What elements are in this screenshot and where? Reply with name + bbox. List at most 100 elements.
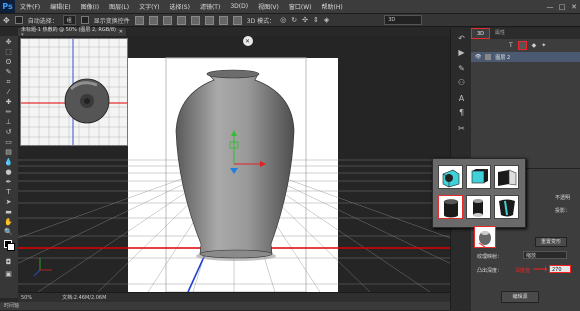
transform-controls-label: 显示变换控件 <box>93 17 130 25</box>
menu-layer[interactable]: 图层(L) <box>104 2 134 11</box>
3d-secondary-view[interactable] <box>20 38 128 146</box>
drag-icon[interactable]: ✣ <box>302 16 308 24</box>
zoom-tool-icon[interactable]: 🔍 <box>3 228 14 237</box>
move-tool-icon[interactable]: ✥ <box>3 38 14 47</box>
eraser-tool-icon[interactable]: ▭ <box>3 138 14 147</box>
color-swatches-icon[interactable] <box>3 240 15 251</box>
whole-scene-filter-icon[interactable] <box>517 41 527 50</box>
path-select-icon[interactable]: ➤ <box>3 198 14 207</box>
mesh-filter-icon[interactable]: ◆ <box>532 42 537 49</box>
hand-tool-icon[interactable]: ✋ <box>3 218 14 227</box>
layer-name: 图层 2 <box>495 54 511 61</box>
current-preset-thumbnail[interactable] <box>474 226 496 248</box>
panel-tabs: 3D 属性 <box>471 28 580 39</box>
character-panel-icon[interactable]: A <box>456 94 467 104</box>
menu-window[interactable]: 窗口(W) <box>284 2 317 11</box>
edit-source-button[interactable]: 编辑源 <box>501 291 539 303</box>
preset-cylinder-icon[interactable] <box>438 195 463 219</box>
marquee-tool-icon[interactable]: ⬚ <box>3 48 14 57</box>
menu-bar: Ps 文件(F) 编辑(E) 图像(I) 图层(L) 文字(Y) 选择(S) 滤… <box>0 0 580 14</box>
preset-twist-icon[interactable] <box>494 195 519 219</box>
tab-3d[interactable]: 3D <box>471 28 491 39</box>
menu-view[interactable]: 视图(V) <box>253 2 284 11</box>
align-right-icon[interactable] <box>204 15 214 25</box>
menu-type[interactable]: 文字(Y) <box>134 2 164 11</box>
stamp-tool-icon[interactable]: ⊥ <box>3 118 14 127</box>
actions-panel-icon[interactable]: ▶ <box>456 48 467 58</box>
filter-label: T <box>509 42 513 49</box>
type-tool-icon[interactable]: T <box>3 188 14 197</box>
menu-image[interactable]: 图像(I) <box>76 2 104 11</box>
canvas-area[interactable]: ✕ <box>18 36 450 292</box>
lasso-tool-icon[interactable]: ʘ <box>3 58 14 67</box>
dodge-tool-icon[interactable]: ● <box>3 168 14 177</box>
texture-mapping-dropdown[interactable]: 缩放 <box>523 251 567 259</box>
auto-select-checkbox[interactable] <box>14 16 23 24</box>
crop-tool-icon[interactable]: ⌗ <box>3 78 14 87</box>
light-filter-icon[interactable]: ✦ <box>541 42 546 49</box>
paragraph-panel-icon[interactable]: ¶ <box>456 108 467 118</box>
align-center-icon[interactable] <box>190 15 200 25</box>
cast-shadow-label: 投影： <box>555 208 571 214</box>
slide-icon[interactable]: ⇕ <box>313 16 319 24</box>
gradient-tool-icon[interactable]: ▤ <box>3 148 14 157</box>
transform-controls-checkbox[interactable] <box>80 16 89 24</box>
annotation-arrow <box>533 266 547 272</box>
menu-edit[interactable]: 编辑(E) <box>45 2 75 11</box>
reset-deformation-button[interactable]: 重置变形 <box>535 237 567 247</box>
scene-layer-row[interactable]: 👁 图层 2 <box>471 52 580 62</box>
orbit-icon[interactable]: ◎ <box>280 16 286 24</box>
roll-icon[interactable]: ↻ <box>291 16 297 24</box>
clone-source-icon[interactable]: ⚇ <box>456 78 467 88</box>
distribute-h-icon[interactable] <box>232 15 242 25</box>
mesh-thumbnail-icon <box>485 54 492 60</box>
menu-file[interactable]: 文件(F) <box>15 2 45 11</box>
maximize-button[interactable]: □ <box>556 3 568 11</box>
close-tab-icon[interactable]: ✕ <box>119 29 123 35</box>
auto-select-dropdown[interactable]: 组 <box>62 15 76 25</box>
scale-icon[interactable]: ◈ <box>324 16 329 24</box>
screen-mode-icon[interactable]: ▣ <box>3 270 14 279</box>
brush-panel-icon[interactable]: ✎ <box>456 64 467 74</box>
healing-brush-icon[interactable]: ✚ <box>3 98 14 107</box>
pen-tool-icon[interactable]: ✒ <box>3 178 14 187</box>
preset-inflate-icon[interactable] <box>494 165 519 189</box>
preset-extrude-icon[interactable] <box>438 165 463 189</box>
brush-tool-icon[interactable]: ✏ <box>3 108 14 117</box>
workspace-dropdown[interactable]: 3D <box>384 15 423 25</box>
align-bottom-icon[interactable] <box>162 15 172 25</box>
menu-filter[interactable]: 滤镜(T) <box>195 2 225 11</box>
history-brush-icon[interactable]: ↺ <box>3 128 14 137</box>
tools-panel: ✥ ⬚ ʘ ✎ ⌗ ⁄ ✚ ✏ ⊥ ↺ ▭ ▤ 💧 ● ✒ T ➤ ▬ ✋ 🔍 … <box>0 36 19 298</box>
align-middle-icon[interactable] <box>148 15 158 25</box>
menu-help[interactable]: 帮助(H) <box>317 2 348 11</box>
visibility-eye-icon[interactable]: 👁 <box>475 54 481 60</box>
eyedropper-icon[interactable]: ⁄ <box>3 88 14 97</box>
menu-select[interactable]: 选择(S) <box>164 2 195 11</box>
timeline-tab[interactable]: 时间轴 <box>0 302 450 310</box>
move-tool-icon[interactable]: ✥ <box>3 16 10 25</box>
align-top-icon[interactable] <box>134 15 144 25</box>
shape-tool-icon[interactable]: ▬ <box>3 208 14 217</box>
svg-text:✕: ✕ <box>245 38 250 45</box>
photoshop-logo: Ps <box>0 0 15 13</box>
status-bar: 50% 文档:2.46M/2.06M <box>18 292 450 302</box>
extrusion-depth-label: 凸出深度： <box>477 268 503 274</box>
quick-select-icon[interactable]: ✎ <box>3 68 14 77</box>
distribute-icon[interactable] <box>218 15 228 25</box>
document-tab[interactable]: 未标题-1 热敷的 @ 50% (图层 2, RGB/8) * ✕ <box>18 27 126 39</box>
blur-tool-icon[interactable]: 💧 <box>3 158 14 167</box>
preset-bevel-icon[interactable] <box>466 165 491 189</box>
align-left-icon[interactable] <box>176 15 186 25</box>
history-panel-icon[interactable]: ↶ <box>456 34 467 44</box>
quick-mask-icon[interactable]: ◘ <box>3 258 14 267</box>
minimize-button[interactable]: — <box>544 3 556 11</box>
extrusion-depth-input[interactable]: 270 <box>549 265 571 273</box>
close-window-button[interactable]: ✕ <box>568 3 580 11</box>
preset-bend-icon[interactable] <box>466 195 491 219</box>
auto-select-label: 自动选择： <box>27 17 58 25</box>
menu-3d[interactable]: 3D(D) <box>225 3 253 10</box>
tab-properties[interactable]: 属性 <box>490 28 510 39</box>
zoom-level[interactable]: 50% <box>21 295 32 301</box>
tool-presets-icon[interactable]: ✂ <box>456 124 467 134</box>
